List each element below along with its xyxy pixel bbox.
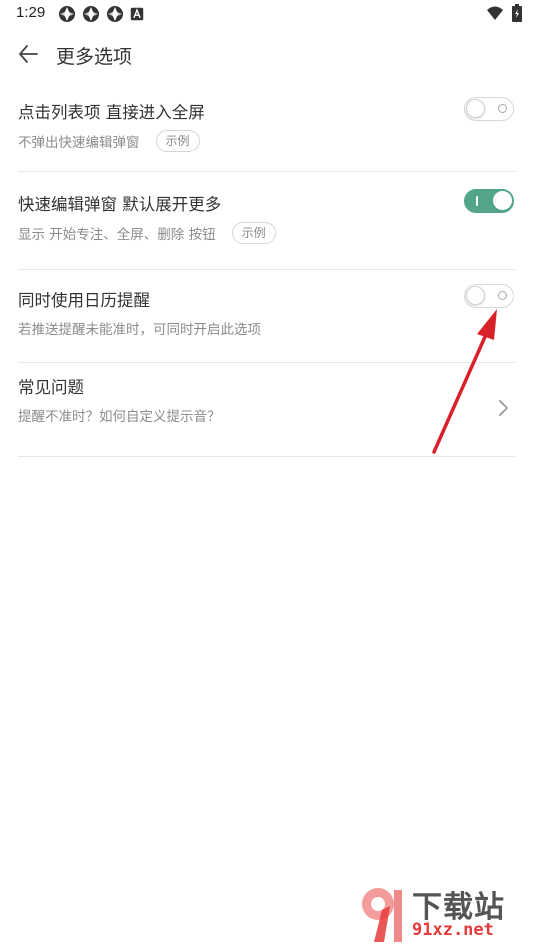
app-icon bbox=[107, 6, 123, 22]
setting-fullscreen-on-tap[interactable]: 点击列表项 直接进入全屏 不弹出快速编辑弹窗 示例 bbox=[18, 78, 516, 172]
status-bar: 1:29 bbox=[0, 0, 534, 28]
toggle-off-indicator bbox=[498, 104, 507, 113]
watermark: 下载站 91xz.net bbox=[354, 882, 526, 946]
status-time: 1:29 bbox=[16, 4, 46, 21]
setting-title: 同时使用日历提醒 bbox=[18, 291, 150, 310]
example-button[interactable]: 示例 bbox=[231, 222, 276, 244]
wifi-icon bbox=[487, 6, 503, 20]
setting-faq[interactable]: 常见问题 提醒不准时？如何自定义提示音？ bbox=[18, 363, 516, 457]
example-button[interactable]: 示例 bbox=[155, 130, 200, 152]
notification-icons bbox=[58, 5, 144, 23]
setting-subtitle: 若推送提醒未能准时，可同时开启此选项 bbox=[18, 322, 261, 338]
setting-title: 快速编辑弹窗 默认展开更多 bbox=[18, 195, 222, 214]
setting-title: 点击列表项 直接进入全屏 bbox=[18, 103, 205, 122]
toggle-knob bbox=[493, 191, 512, 210]
page-title: 更多选项 bbox=[56, 46, 133, 68]
watermark-logo-icon bbox=[362, 888, 402, 942]
setting-title: 常见问题 bbox=[18, 378, 84, 397]
setting-calendar-reminder[interactable]: 同时使用日历提醒 若推送提醒未能准时，可同时开启此选项 bbox=[18, 270, 516, 363]
toggle-on-indicator bbox=[476, 196, 478, 206]
calendar-reminder-toggle[interactable] bbox=[464, 284, 514, 308]
toggle-knob bbox=[466, 99, 485, 118]
setting-subtitle: 不弹出快速编辑弹窗 bbox=[18, 135, 140, 151]
app-icon bbox=[59, 6, 75, 22]
arrow-left-icon bbox=[19, 45, 38, 63]
toggle-off-indicator bbox=[498, 291, 507, 300]
chevron-right-icon bbox=[499, 400, 508, 416]
app-bar: 更多选项 bbox=[0, 34, 534, 74]
fullscreen-toggle[interactable] bbox=[464, 97, 514, 121]
font-icon bbox=[130, 7, 144, 21]
quick-edit-toggle[interactable] bbox=[464, 189, 514, 213]
setting-subtitle: 显示 开始专注、全屏、删除 按钮 bbox=[18, 227, 216, 243]
battery-icon bbox=[512, 4, 522, 22]
settings-list: 点击列表项 直接进入全屏 不弹出快速编辑弹窗 示例 快速编辑弹窗 默认展开更多 … bbox=[18, 78, 516, 457]
setting-quick-edit-expand[interactable]: 快速编辑弹窗 默认展开更多 显示 开始专注、全屏、删除 按钮 示例 bbox=[18, 172, 516, 270]
back-button[interactable] bbox=[14, 40, 42, 68]
app-icon bbox=[83, 6, 99, 22]
system-icons bbox=[486, 4, 522, 22]
watermark-url: 91xz.net bbox=[412, 920, 494, 940]
setting-subtitle: 提醒不准时？如何自定义提示音？ bbox=[18, 409, 221, 425]
toggle-knob bbox=[466, 286, 485, 305]
